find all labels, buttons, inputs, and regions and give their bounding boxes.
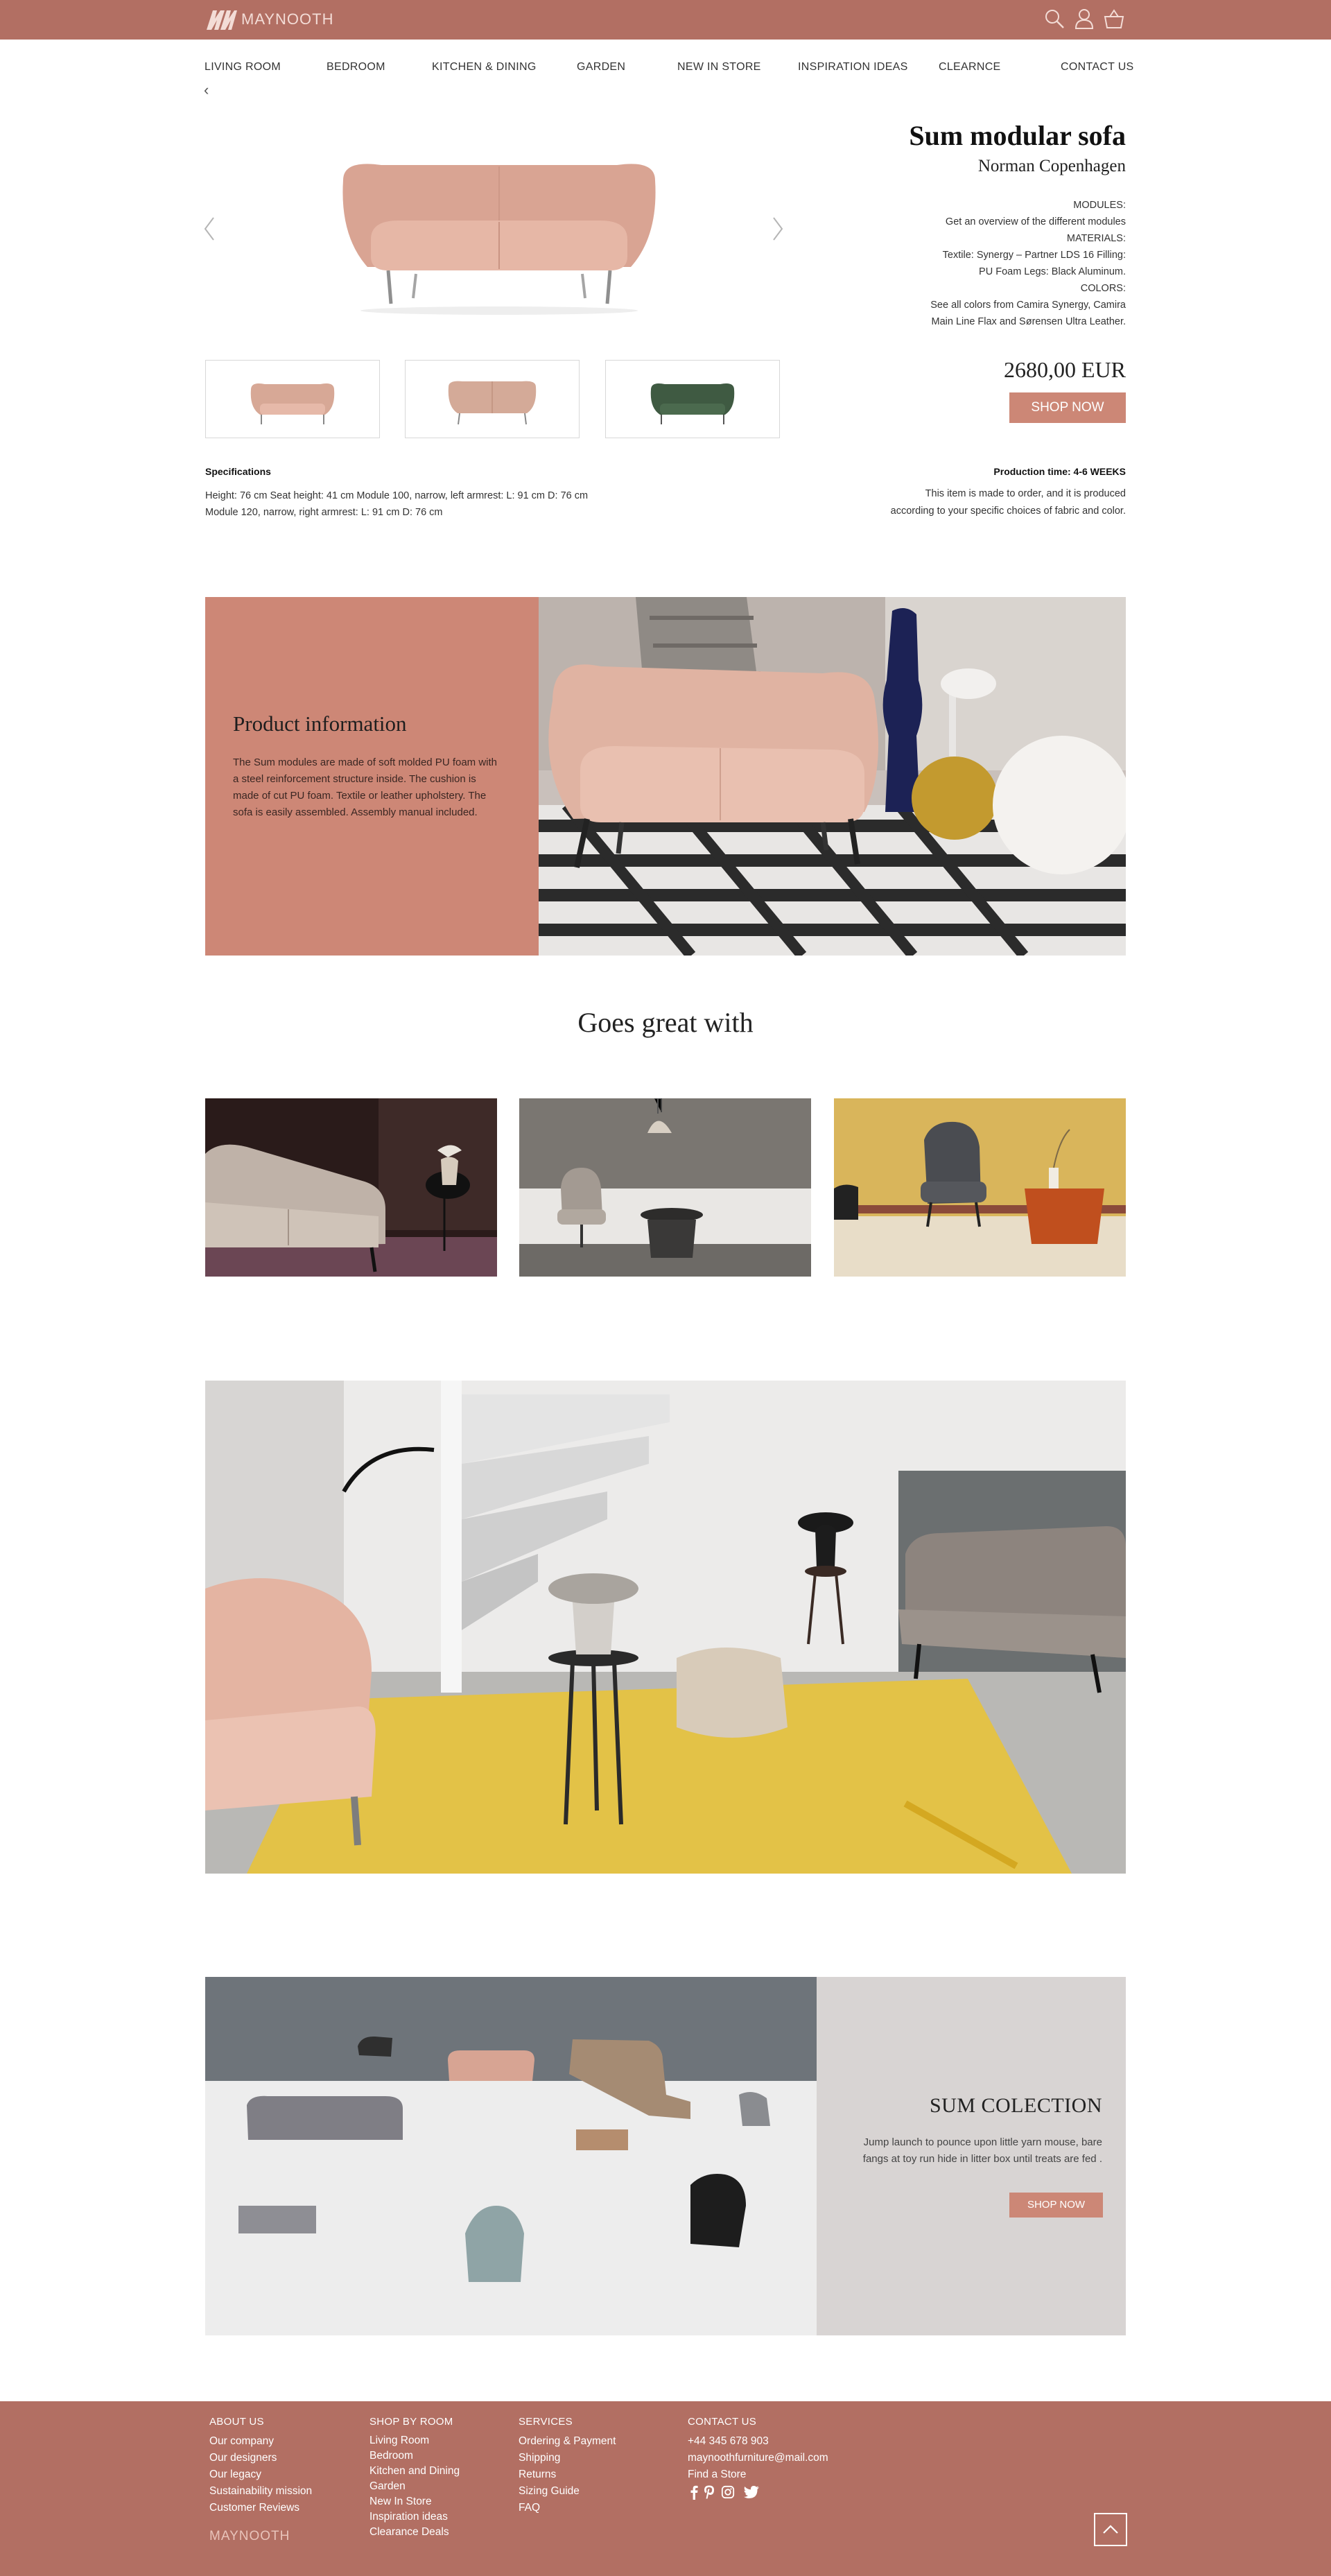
footer-column-about: ABOUT US Our company Our designers Our l… xyxy=(209,2416,312,2516)
product-details: MODULES: Get an overview of the differen… xyxy=(835,197,1126,330)
recommendation-tile[interactable] xyxy=(834,1098,1126,1277)
nav-kitchen-dining[interactable]: KITCHEN & DINING xyxy=(432,61,537,74)
colors-text: Main Line Flax and Sørensen Ultra Leathe… xyxy=(931,316,1126,327)
twitter-icon[interactable] xyxy=(743,2484,760,2500)
footer-link[interactable]: Garden xyxy=(369,2479,460,2494)
production-text: This item is made to order, and it is pr… xyxy=(835,485,1126,520)
materials-label: MATERIALS: xyxy=(1066,233,1126,244)
user-icon[interactable] xyxy=(1074,8,1095,29)
basket-icon[interactable] xyxy=(1104,8,1124,29)
sofa-lifestyle-image xyxy=(539,597,1126,956)
instagram-icon[interactable] xyxy=(721,2484,735,2500)
footer-link[interactable]: FAQ xyxy=(519,2500,616,2516)
sum-collection-image xyxy=(205,1977,817,2335)
footer-about-heading: ABOUT US xyxy=(209,2416,264,2428)
top-header-bar xyxy=(0,0,1331,40)
chevron-up-icon xyxy=(1103,2525,1118,2534)
maynooth-logo-icon[interactable] xyxy=(205,8,237,31)
footer-link[interactable]: Our legacy xyxy=(209,2466,312,2483)
colors-label: COLORS: xyxy=(1080,283,1126,294)
search-icon[interactable] xyxy=(1044,8,1065,29)
footer-brand: MAYNOOTH xyxy=(209,2529,290,2543)
footer-link[interactable]: Sustainability mission xyxy=(209,2483,312,2500)
footer-phone[interactable]: +44 345 678 903 xyxy=(688,2433,828,2450)
product-title: Sum modular sofa xyxy=(909,120,1126,151)
colors-text: See all colors from Camira Synergy, Cami… xyxy=(930,300,1126,311)
living-room-lifestyle-image xyxy=(205,1381,1126,1874)
facebook-icon[interactable] xyxy=(687,2484,701,2500)
footer-contact-heading: CONTACT US xyxy=(688,2416,757,2428)
sum-collection-heading: SUM COLECTION xyxy=(929,2094,1102,2117)
specifications-text: Height: 76 cm Seat height: 41 cm Module … xyxy=(205,487,635,521)
back-arrow-icon[interactable]: ‹ xyxy=(204,81,209,99)
gallery-thumbnail[interactable] xyxy=(205,360,380,438)
gallery-prev-arrow-icon[interactable] xyxy=(202,215,216,243)
footer-link[interactable]: Returns xyxy=(519,2466,616,2483)
nav-garden[interactable]: GARDEN xyxy=(577,61,625,74)
nav-contact-us[interactable]: CONTACT US xyxy=(1061,61,1134,74)
footer-link[interactable]: Customer Reviews xyxy=(209,2500,312,2516)
logo-text[interactable]: MAYNOOTH xyxy=(241,10,333,28)
main-navigation: LIVING ROOM BEDROOM KITCHEN & DINING GAR… xyxy=(205,61,1133,78)
footer-link[interactable]: Ordering & Payment xyxy=(519,2433,616,2450)
nav-new-in-store[interactable]: NEW IN STORE xyxy=(677,61,761,74)
modules-link[interactable]: Get an overview of the different modules xyxy=(835,214,1126,230)
footer-services-heading: SERVICES xyxy=(519,2416,573,2428)
footer-link[interactable]: Clearance Deals xyxy=(369,2525,460,2540)
nav-inspiration-ideas[interactable]: INSPIRATION IDEAS xyxy=(798,61,908,74)
footer-link[interactable]: Inspiration ideas xyxy=(369,2509,460,2525)
footer-link[interactable]: Living Room xyxy=(369,2433,460,2448)
materials-text: Textile: Synergy – Partner LDS 16 Fillin… xyxy=(942,250,1126,261)
footer-column-contact: CONTACT US +44 345 678 903 maynoothfurni… xyxy=(688,2416,828,2483)
gallery-thumbnail[interactable] xyxy=(605,360,780,438)
footer-shop-heading: SHOP BY ROOM xyxy=(369,2416,453,2428)
recommendation-tile[interactable] xyxy=(519,1098,811,1277)
recommendation-tile[interactable] xyxy=(205,1098,497,1277)
footer-link[interactable]: Sizing Guide xyxy=(519,2483,616,2500)
production-line: according to your specific choices of fa… xyxy=(890,505,1126,517)
product-information-heading: Product information xyxy=(233,711,407,736)
product-brand: Norman Copenhagen xyxy=(977,157,1126,175)
nav-bedroom[interactable]: BEDROOM xyxy=(327,61,385,74)
modules-label: MODULES: xyxy=(1073,200,1126,211)
main-product-image xyxy=(342,164,656,315)
back-to-top-button[interactable] xyxy=(1094,2513,1127,2546)
shop-now-button[interactable]: SHOP NOW xyxy=(1009,392,1126,423)
footer-link[interactable]: Kitchen and Dining xyxy=(369,2464,460,2479)
footer-link[interactable]: Our designers xyxy=(209,2450,312,2466)
collection-shop-now-button[interactable]: SHOP NOW xyxy=(1009,2193,1103,2218)
product-price: 2680,00 EUR xyxy=(1004,357,1126,382)
product-information-text: The Sum modules are made of soft molded … xyxy=(233,757,498,818)
production-line: This item is made to order, and it is pr… xyxy=(925,488,1126,499)
spec-line: Height: 76 cm Seat height: 41 cm Module … xyxy=(205,490,589,501)
production-time-heading: Production time: 4-6 WEEKS xyxy=(993,466,1126,477)
footer-link[interactable]: New In Store xyxy=(369,2494,460,2509)
footer-link[interactable]: Our company xyxy=(209,2433,312,2450)
footer-link[interactable]: Shipping xyxy=(519,2450,616,2466)
nav-clearance[interactable]: CLEARNCE xyxy=(939,61,1001,74)
pinterest-icon[interactable] xyxy=(702,2484,716,2500)
spec-line: Module 120, narrow, right armrest: L: 91… xyxy=(205,507,443,518)
footer-column-shop: SHOP BY ROOM Living Room Bedroom Kitchen… xyxy=(369,2416,460,2540)
specifications-heading: Specifications xyxy=(205,466,271,477)
footer-email[interactable]: maynoothfurniture@mail.com xyxy=(688,2450,828,2466)
sum-collection-text: Jump launch to pounce upon little yarn m… xyxy=(862,2136,1102,2165)
gallery-next-arrow-icon[interactable] xyxy=(771,215,785,243)
footer xyxy=(0,2401,1331,2576)
footer-link[interactable]: Bedroom xyxy=(369,2448,460,2464)
materials-text: PU Foam Legs: Black Aluminum. xyxy=(979,266,1126,277)
footer-find-store[interactable]: Find a Store xyxy=(688,2466,828,2483)
gallery-thumbnail[interactable] xyxy=(405,360,580,438)
nav-living-room[interactable]: LIVING ROOM xyxy=(205,61,281,74)
goes-great-with-heading: Goes great with xyxy=(577,1007,754,1038)
footer-column-services: SERVICES Ordering & Payment Shipping Ret… xyxy=(519,2416,616,2516)
